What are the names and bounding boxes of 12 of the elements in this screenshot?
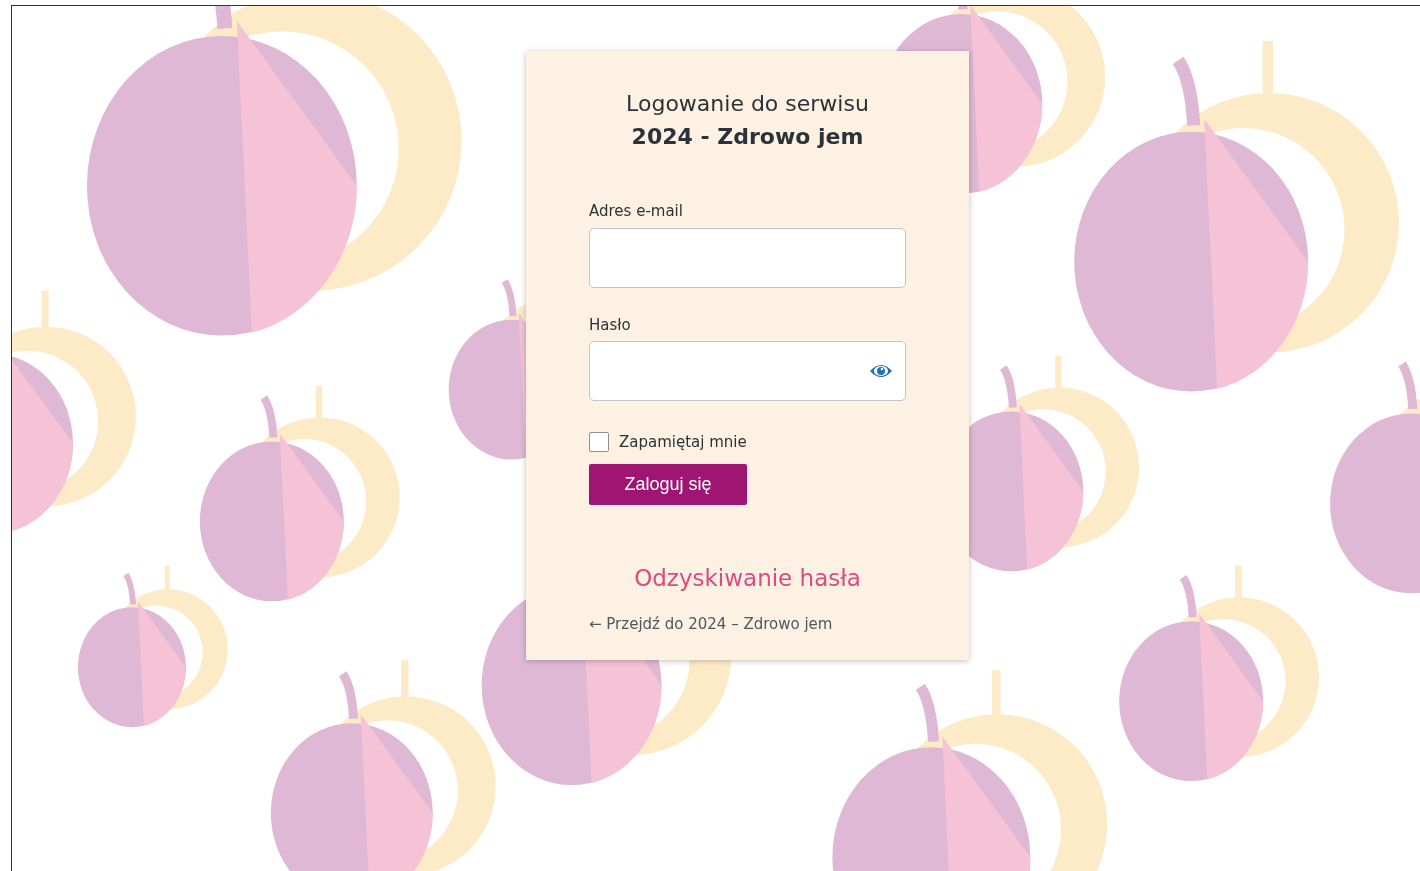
lost-password-link[interactable]: Odzyskiwanie hasła <box>589 560 906 595</box>
field-label: Hasło <box>589 314 631 336</box>
login-button[interactable]: Zaloguj się <box>589 463 747 505</box>
password-field[interactable] <box>589 341 906 401</box>
eye-icon[interactable] <box>869 363 893 379</box>
back-link[interactable]: ← Przejdź do 2024 – Zdrowo jem <box>589 613 833 636</box>
field-label: Adres e-mail <box>589 201 683 222</box>
site-name: 2024 - Zdrowo jem <box>630 123 865 151</box>
remember-checkbox[interactable] <box>589 432 609 453</box>
checkbox-label: Zapamiętaj mnie <box>619 432 747 453</box>
email-field[interactable] <box>589 227 906 288</box>
login-title: Logowanie do serwisu <box>625 90 870 118</box>
